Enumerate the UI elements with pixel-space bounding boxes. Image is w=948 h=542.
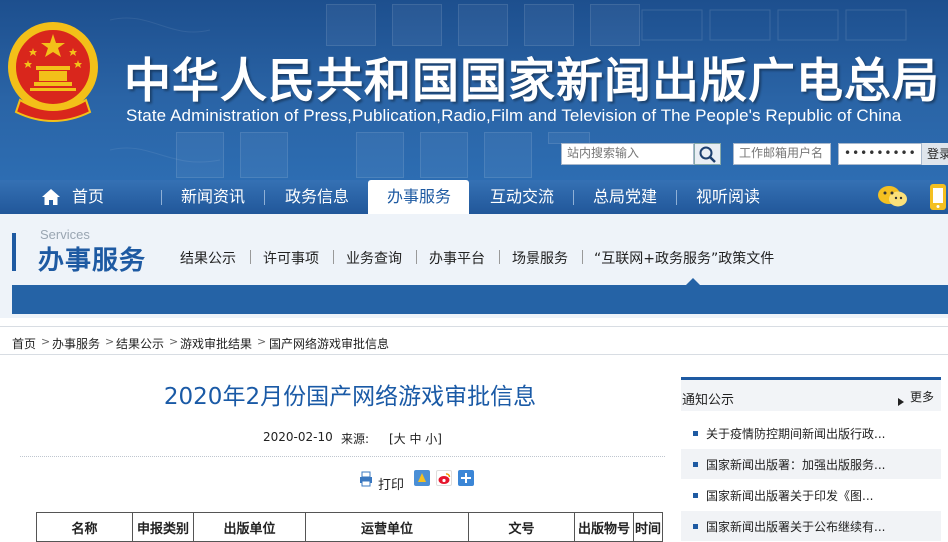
more-arrow-icon	[898, 391, 904, 410]
main-nav	[0, 180, 948, 214]
approval-table: 名称 申报类别 出版单位 运营单位 文号 出版物号 时间	[36, 512, 663, 542]
article-title: 2020年2月份国产网络游戏审批信息	[163, 384, 537, 410]
share-qzone-icon[interactable]	[414, 470, 430, 486]
column-header-category: 申报类别	[132, 512, 194, 542]
breadcrumb-home[interactable]: 首页	[12, 335, 36, 352]
subnav-item-scenarios[interactable]: 场景服务	[512, 248, 568, 268]
search-button[interactable]	[694, 143, 721, 165]
section-bar	[12, 285, 948, 314]
subnav-divider	[333, 250, 334, 264]
notice-panel-title: 通知公示	[682, 393, 735, 408]
breadcrumb-game-approval[interactable]: 游戏审批结果	[180, 335, 252, 352]
breadcrumb-separator: >	[105, 335, 115, 348]
subnav-divider	[416, 250, 417, 264]
wechat-icon[interactable]	[877, 184, 909, 214]
bullet-icon	[693, 462, 698, 467]
notice-item-text[interactable]: 国家新闻出版署关于公布继续有...	[706, 518, 885, 535]
login-button[interactable]: 登录	[922, 143, 948, 165]
bullet-icon	[693, 431, 698, 436]
column-header-name: 名称	[36, 512, 133, 542]
column-header-publication-no: 出版物号	[574, 512, 634, 542]
breadcrumb-results[interactable]: 结果公示	[116, 335, 164, 352]
article-source-label: 来源:	[341, 432, 370, 446]
bullet-icon	[693, 524, 698, 529]
breadcrumb-separator: >	[169, 335, 179, 348]
nav-item-news[interactable]: 新闻资讯	[181, 180, 245, 214]
subnav-item-query[interactable]: 业务查询	[346, 248, 402, 268]
notice-item-text[interactable]: 关于疫情防控期间新闻出版行政...	[706, 425, 885, 442]
subnav-item-permits[interactable]: 许可事项	[263, 248, 319, 268]
nav-divider	[264, 190, 265, 205]
subnav-item-policy-docs[interactable]: “互联网+政务服务”政策文件	[594, 248, 774, 268]
nav-item-audiovisual[interactable]: 视听阅读	[696, 180, 760, 214]
share-weibo-icon[interactable]	[436, 470, 452, 486]
nav-item-home[interactable]: 首页	[72, 180, 104, 214]
site-header: 中华人民共和国国家新闻出版广电总局 State Administration o…	[0, 0, 948, 180]
divider	[0, 326, 948, 327]
nav-divider	[676, 190, 677, 205]
mail-username-input[interactable]: 工作邮箱用户名	[733, 143, 831, 165]
site-title: 中华人民共和国国家新闻出版广电总局	[124, 54, 940, 109]
subnav-divider	[582, 250, 583, 264]
notice-item-text[interactable]: 国家新闻出版署：加强出版服务...	[706, 456, 885, 473]
mail-password-input[interactable]: •••••••••	[838, 143, 922, 165]
column-header-operator: 运营单位	[305, 512, 469, 542]
nav-item-services[interactable]: 办事服务	[387, 180, 451, 214]
section-title: 办事服务	[38, 246, 147, 276]
article-date: 2020-02-10	[263, 430, 333, 444]
national-emblem-icon	[8, 22, 98, 122]
subnav-item-platform[interactable]: 办事平台	[429, 248, 485, 268]
breadcrumb-separator: >	[257, 335, 267, 348]
column-header-publisher: 出版单位	[193, 512, 306, 542]
table-header-row: 名称 申报类别 出版单位 运营单位 文号 出版物号 时间	[36, 512, 663, 542]
column-header-document-no: 文号	[468, 512, 575, 542]
breadcrumb-services[interactable]: 办事服务	[52, 335, 100, 352]
home-icon	[41, 188, 61, 210]
print-icon[interactable]	[359, 471, 373, 487]
font-size-control[interactable]: [大 中 小]	[389, 430, 442, 447]
more-link[interactable]: 更多	[910, 388, 934, 405]
subnav-item-results[interactable]: 结果公示	[180, 248, 236, 268]
section-marker	[12, 233, 16, 271]
subnav-divider	[499, 250, 500, 264]
nav-divider	[161, 190, 162, 205]
nav-item-interaction[interactable]: 互动交流	[490, 180, 554, 214]
print-link[interactable]: 打印	[378, 474, 404, 493]
breadcrumb-separator: >	[41, 335, 51, 348]
nav-item-government-info[interactable]: 政务信息	[285, 180, 349, 214]
column-header-time: 时间	[633, 512, 663, 542]
notice-item-text[interactable]: 国家新闻出版署关于印发《图...	[706, 487, 873, 504]
site-search-input[interactable]: 站内搜索输入	[561, 143, 694, 165]
nav-item-party-building[interactable]: 总局党建	[593, 180, 657, 214]
divider	[20, 456, 665, 457]
search-icon	[699, 146, 716, 163]
subnav-divider	[250, 250, 251, 264]
nav-divider	[573, 190, 574, 205]
share-more-icon[interactable]	[458, 470, 474, 486]
mobile-icon[interactable]	[928, 183, 948, 215]
breadcrumb-current[interactable]: 国产网络游戏审批信息	[269, 335, 389, 352]
divider	[0, 354, 948, 355]
bullet-icon	[693, 493, 698, 498]
site-subtitle: State Administration of Press,Publicatio…	[126, 106, 902, 125]
